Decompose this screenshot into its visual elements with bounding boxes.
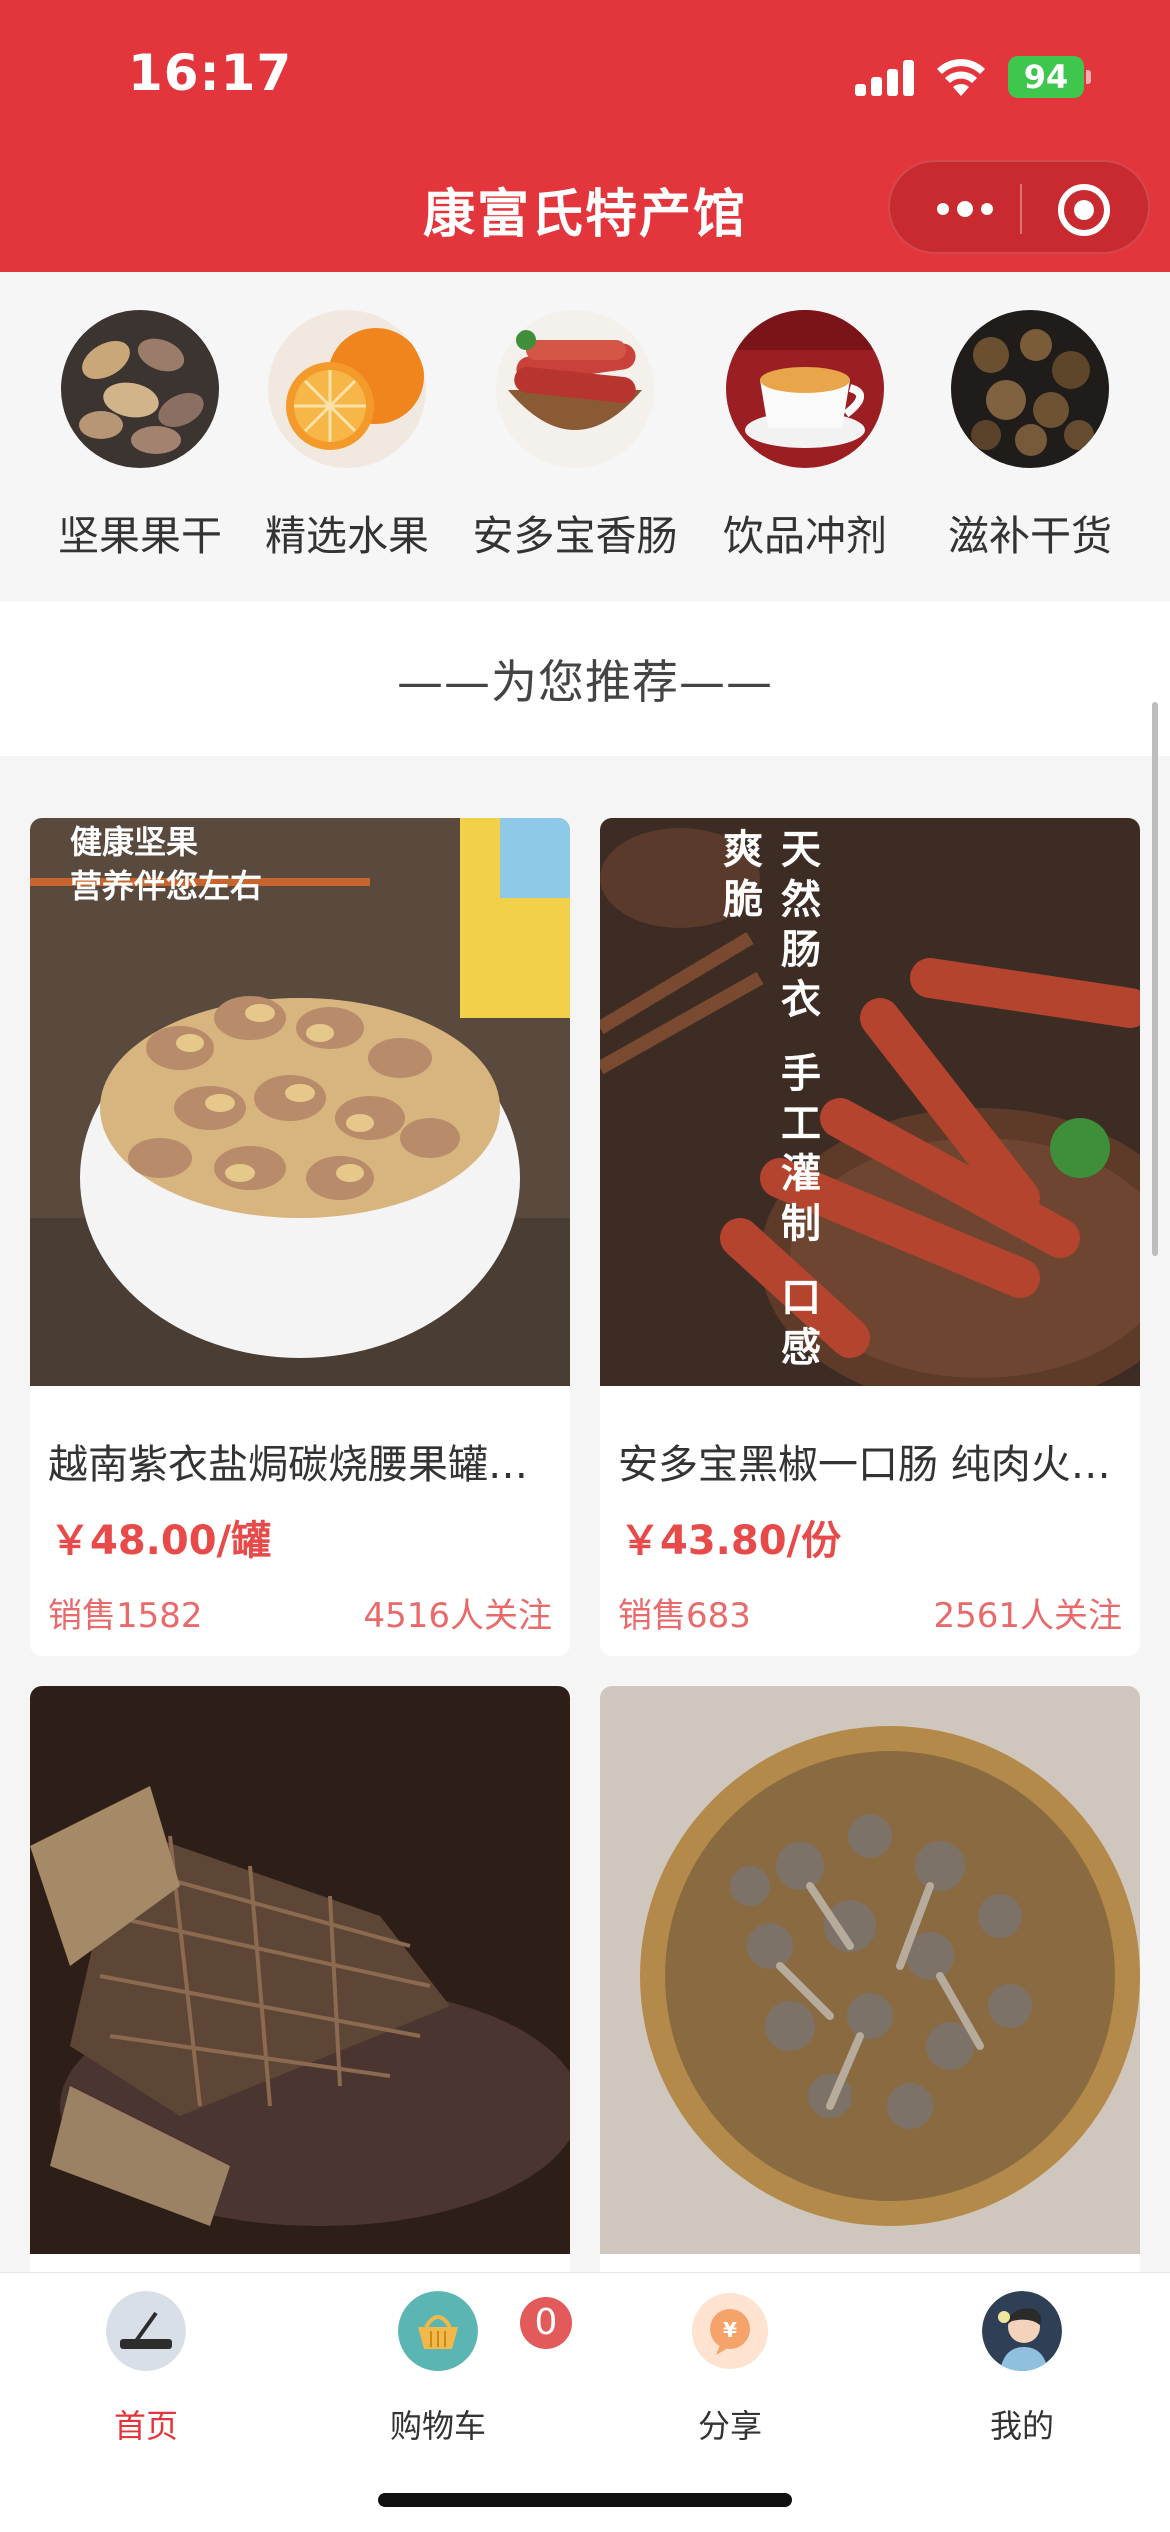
product-image-cashews: 健康坚果 营养伴您左右	[30, 818, 570, 1386]
header: 16:17 94 康富氏特产馆	[0, 0, 1170, 272]
tab-home[interactable]: 首页	[0, 2273, 292, 2473]
wifi-icon	[937, 59, 985, 96]
product-name: 越南紫衣盐焗碳烧腰果罐装250g	[48, 1442, 552, 1488]
cart-badge: 0	[520, 2297, 572, 2349]
promo-text: 天然肠衣 手工灌制 口感爽脆	[710, 828, 826, 1386]
tab-profile[interactable]: 我的	[876, 2273, 1168, 2473]
recommend-section: ——为您推荐——	[0, 602, 1170, 756]
promo-line: 健康坚果	[70, 823, 199, 861]
product-card[interactable]	[30, 1686, 570, 2286]
promo-text: 健康坚果 营养伴您左右	[70, 820, 262, 908]
sausage-icon	[496, 310, 654, 468]
product-card[interactable]	[600, 1686, 1140, 2286]
product-sales: 销售683	[618, 1596, 751, 1636]
product-sales: 销售1582	[48, 1596, 203, 1636]
more-icon[interactable]	[920, 162, 1010, 256]
category-tonic[interactable]: 滋补干货	[920, 272, 1140, 602]
recommend-title: ——为您推荐——	[397, 655, 773, 709]
product-name: 安多宝黑椒一口肠 纯肉火山石烤肠	[618, 1442, 1122, 1488]
capsule-divider	[1020, 184, 1022, 234]
mini-program-capsule	[888, 160, 1150, 254]
product-image-sausage: 天然肠衣 手工灌制 口感爽脆	[600, 818, 1140, 1386]
product-card[interactable]: 天然肠衣 手工灌制 口感爽脆 安多宝黑椒一口肠 纯肉火山石烤肠 ￥43.80/份…	[600, 818, 1140, 1656]
product-price: ￥43.80/份	[620, 1518, 842, 1564]
product-image-dried-mushrooms	[600, 1686, 1140, 2254]
scrollbar[interactable]	[1152, 702, 1158, 1256]
category-sausage[interactable]: 安多宝香肠	[465, 272, 685, 602]
tab-label: 分享	[697, 2407, 762, 2445]
category-drinks[interactable]: 饮品冲剂	[695, 272, 915, 602]
share-icon: ¥	[690, 2291, 770, 2371]
category-label: 饮品冲剂	[723, 512, 887, 560]
mushroom-icon	[951, 310, 1109, 468]
category-row: 坚果果干 精选水果 安多宝香肠 饮品冲剂 滋补干货	[0, 272, 1170, 602]
profile-icon	[982, 2291, 1062, 2371]
category-label: 精选水果	[265, 512, 429, 560]
tab-bar: 首页 购物车 0 ¥ 分享 我的	[0, 2272, 1170, 2532]
coffee-icon	[726, 310, 884, 468]
promo-line: 手工灌制	[774, 1051, 820, 1252]
orange-icon	[268, 310, 426, 468]
nuts-icon	[61, 310, 219, 468]
close-target-icon[interactable]	[1058, 184, 1110, 236]
category-label: 滋补干货	[948, 512, 1112, 560]
svg-text:¥: ¥	[723, 2318, 737, 2342]
product-image-morels	[30, 1686, 570, 2254]
battery-tip	[1086, 70, 1091, 84]
tab-label: 我的	[989, 2407, 1054, 2445]
promo-line: 营养伴您左右	[70, 867, 263, 905]
product-followers: 4516人关注	[363, 1596, 552, 1636]
page: 16:17 94 康富氏特产馆 坚果果干 精选水果 安多宝香肠 饮品冲剂 滋补干…	[0, 0, 1170, 2532]
product-card[interactable]: 健康坚果 营养伴您左右 越南紫衣盐焗碳烧腰果罐装250g ￥48.00/罐 销售…	[30, 818, 570, 1656]
home-icon	[106, 2291, 186, 2371]
battery-icon: 94	[1008, 56, 1084, 98]
category-fruit[interactable]: 精选水果	[237, 272, 457, 602]
promo-line: 天然肠衣	[774, 828, 820, 1028]
product-price: ￥48.00/罐	[50, 1518, 272, 1564]
cart-icon	[398, 2291, 478, 2371]
tab-label: 首页	[113, 2407, 178, 2445]
category-label: 安多宝香肠	[472, 512, 678, 560]
home-indicator	[378, 2493, 792, 2507]
signal-icon	[855, 60, 915, 96]
tab-share[interactable]: ¥ 分享	[584, 2273, 876, 2473]
product-followers: 2561人关注	[933, 1596, 1122, 1636]
tab-label: 购物车	[389, 2407, 486, 2445]
status-time: 16:17	[128, 44, 293, 102]
